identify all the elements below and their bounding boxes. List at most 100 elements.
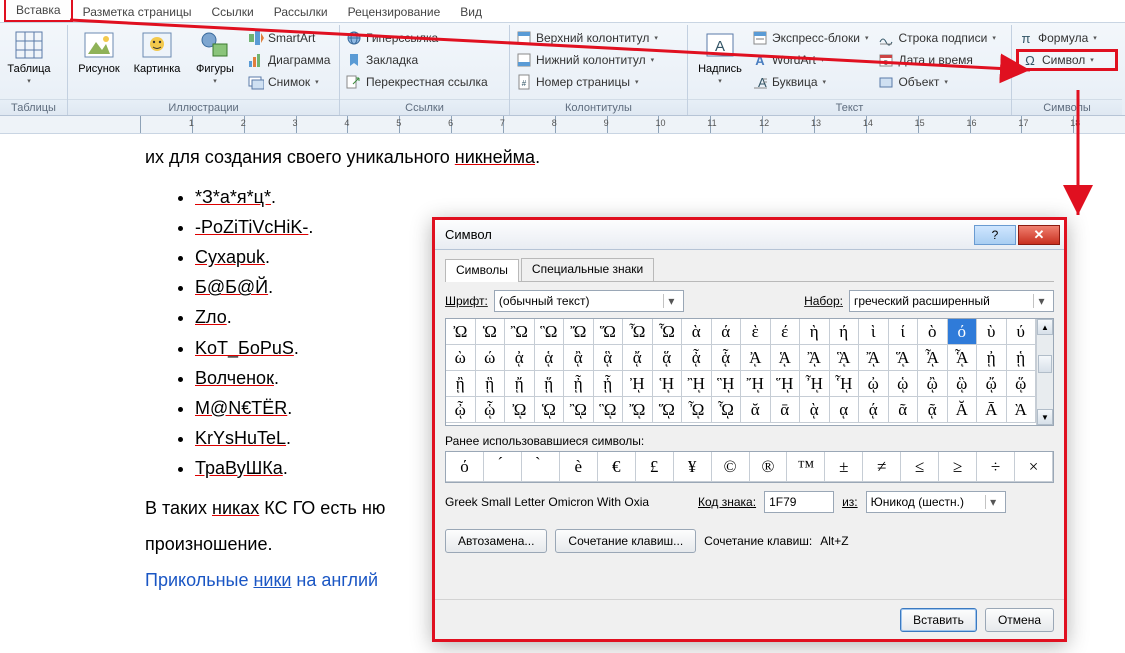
- symbol-cell[interactable]: Ὠ: [446, 319, 476, 345]
- symbol-cell[interactable]: ᾣ: [948, 371, 978, 397]
- symbol-cell[interactable]: ᾊ: [800, 345, 830, 371]
- recent-symbol-cell[interactable]: ≥: [939, 452, 977, 482]
- symbol-cell[interactable]: ύ: [1007, 319, 1037, 345]
- cancel-button[interactable]: Отмена: [985, 608, 1054, 632]
- symbol-cell[interactable]: ό: [948, 319, 978, 345]
- recent-symbol-cell[interactable]: ѐ: [560, 452, 598, 482]
- recent-symbol-cell[interactable]: ×: [1015, 452, 1053, 482]
- symbol-cell[interactable]: Ὰ: [1007, 397, 1037, 423]
- symbol-cell[interactable]: ᾑ: [1007, 345, 1037, 371]
- symbol-cell[interactable]: ᾗ: [594, 371, 624, 397]
- symbol-cell[interactable]: ᾐ: [977, 345, 1007, 371]
- symbol-cell[interactable]: ᾟ: [830, 371, 860, 397]
- recent-symbol-cell[interactable]: ±: [825, 452, 863, 482]
- symbol-cell[interactable]: ᾁ: [535, 345, 565, 371]
- symbol-cell[interactable]: Ὤ: [564, 319, 594, 345]
- symbol-cell[interactable]: ί: [889, 319, 919, 345]
- autocorrect-button[interactable]: Автозамена...: [445, 529, 547, 553]
- recent-symbol-cell[interactable]: ¥: [674, 452, 712, 482]
- recent-symbol-cell[interactable]: ™: [787, 452, 825, 482]
- symbol-cell[interactable]: ᾋ: [830, 345, 860, 371]
- font-combo[interactable]: (обычный текст)▾: [494, 290, 684, 312]
- tab-insert[interactable]: Вставка: [4, 0, 73, 22]
- symbol-cell[interactable]: ᾦ: [446, 397, 476, 423]
- tab-view[interactable]: Вид: [450, 2, 492, 22]
- symbol-cell[interactable]: ᾝ: [771, 371, 801, 397]
- symbol-cell[interactable]: ᾂ: [564, 345, 594, 371]
- tab-references[interactable]: Ссылки: [201, 2, 263, 22]
- symbol-cell[interactable]: ᾚ: [682, 371, 712, 397]
- symbol-cell[interactable]: ὲ: [741, 319, 771, 345]
- symbol-cell[interactable]: ᾲ: [800, 397, 830, 423]
- symbol-cell[interactable]: ᾉ: [771, 345, 801, 371]
- symbol-cell[interactable]: Ὣ: [535, 319, 565, 345]
- scrollbar[interactable]: ▲ ▼: [1036, 319, 1053, 425]
- symbol-cell[interactable]: ᾯ: [712, 397, 742, 423]
- symbol-cell[interactable]: ὺ: [977, 319, 1007, 345]
- symbol-cell[interactable]: ᾱ: [771, 397, 801, 423]
- symbol-cell[interactable]: ᾪ: [564, 397, 594, 423]
- table-button[interactable]: Таблица ▾: [4, 27, 54, 99]
- symbol-cell[interactable]: ᾭ: [653, 397, 683, 423]
- recent-symbol-cell[interactable]: ÷: [977, 452, 1015, 482]
- symbol-cell[interactable]: ᾕ: [535, 371, 565, 397]
- symbol-cell[interactable]: ᾃ: [594, 345, 624, 371]
- symbol-cell[interactable]: Ὢ: [505, 319, 535, 345]
- textbox-button[interactable]: A Надпись ▾: [692, 27, 748, 99]
- symbol-cell[interactable]: ᾧ: [476, 397, 506, 423]
- dropcap-button[interactable]: AБуквица▾: [750, 71, 870, 93]
- tab-layout[interactable]: Разметка страницы: [73, 2, 202, 22]
- symbol-cell[interactable]: ᾓ: [476, 371, 506, 397]
- symbol-cell[interactable]: ὰ: [682, 319, 712, 345]
- symbol-cell[interactable]: Ᾰ: [948, 397, 978, 423]
- symbol-button[interactable]: ΩСимвол▾: [1016, 49, 1118, 71]
- symbol-cell[interactable]: ᾨ: [505, 397, 535, 423]
- picture-button[interactable]: Рисунок: [72, 27, 126, 99]
- quickparts-button[interactable]: Экспресс-блоки▾: [750, 27, 870, 49]
- footer-button[interactable]: Нижний колонтитул▾: [514, 49, 683, 71]
- symbol-cell[interactable]: ᾴ: [859, 397, 889, 423]
- symbol-cell[interactable]: ᾡ: [889, 371, 919, 397]
- bookmark-button[interactable]: Закладка: [344, 49, 505, 71]
- symbol-cell[interactable]: ᾈ: [741, 345, 771, 371]
- symbol-cell[interactable]: Ᾱ: [977, 397, 1007, 423]
- crossref-button[interactable]: Перекрестная ссылка: [344, 71, 505, 93]
- code-input[interactable]: 1F79: [764, 491, 834, 513]
- symbol-cell[interactable]: ᾬ: [623, 397, 653, 423]
- symbol-cell[interactable]: ᾤ: [977, 371, 1007, 397]
- symbol-grid[interactable]: ὨὩὪὫὬὭὮὯὰάὲέὴήὶίὸόὺύὼώᾀᾁᾂᾃᾄᾅᾆᾇᾈᾉᾊᾋᾌᾍᾎᾏᾐᾑ…: [445, 318, 1054, 426]
- symbol-cell[interactable]: ᾆ: [682, 345, 712, 371]
- recent-symbol-cell[interactable]: ®: [750, 452, 788, 482]
- chart-button[interactable]: Диаграмма: [246, 49, 332, 71]
- symbol-cell[interactable]: ᾛ: [712, 371, 742, 397]
- symbol-cell[interactable]: ᾷ: [918, 397, 948, 423]
- symbol-cell[interactable]: ᾀ: [505, 345, 535, 371]
- screenshot-button[interactable]: Снимок▾: [246, 71, 332, 93]
- symbol-cell[interactable]: ᾞ: [800, 371, 830, 397]
- scroll-up-button[interactable]: ▲: [1037, 319, 1053, 335]
- insert-button[interactable]: Вставить: [900, 608, 977, 632]
- recent-symbol-cell[interactable]: ©: [712, 452, 750, 482]
- object-button[interactable]: Объект▾: [876, 71, 997, 93]
- scroll-thumb[interactable]: [1038, 355, 1052, 373]
- symbol-cell[interactable]: ὸ: [918, 319, 948, 345]
- symbol-cell[interactable]: ᾎ: [918, 345, 948, 371]
- symbol-cell[interactable]: ᾇ: [712, 345, 742, 371]
- wordart-button[interactable]: AWordArt▾: [750, 49, 870, 71]
- recent-symbol-cell[interactable]: ό: [446, 452, 484, 482]
- sigline-button[interactable]: Строка подписи▾: [876, 27, 997, 49]
- symbol-cell[interactable]: ᾠ: [859, 371, 889, 397]
- symbol-cell[interactable]: Ὦ: [623, 319, 653, 345]
- recent-symbol-cell[interactable]: €: [598, 452, 636, 482]
- symbol-cell[interactable]: ὼ: [446, 345, 476, 371]
- symbol-cell[interactable]: ᾰ: [741, 397, 771, 423]
- symbol-cell[interactable]: ᾄ: [623, 345, 653, 371]
- symbol-cell[interactable]: ᾩ: [535, 397, 565, 423]
- help-button[interactable]: ?: [974, 225, 1016, 245]
- symbol-cell[interactable]: ᾒ: [446, 371, 476, 397]
- symbol-cell[interactable]: έ: [771, 319, 801, 345]
- symbol-cell[interactable]: ὴ: [800, 319, 830, 345]
- scroll-down-button[interactable]: ▼: [1037, 409, 1053, 425]
- symbol-cell[interactable]: ὶ: [859, 319, 889, 345]
- symbol-cell[interactable]: ᾫ: [594, 397, 624, 423]
